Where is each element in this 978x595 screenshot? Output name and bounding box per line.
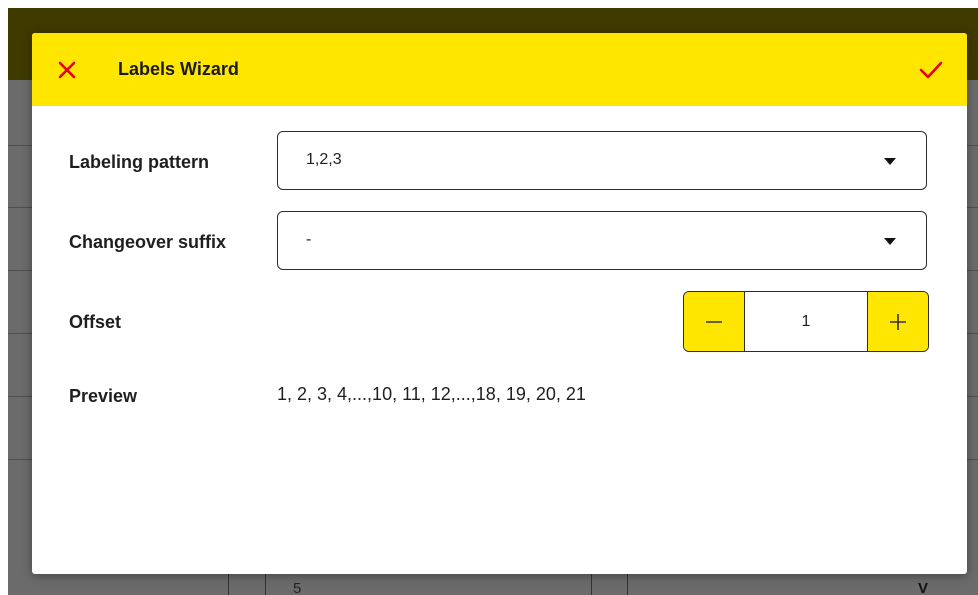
background-row-letter: V bbox=[918, 580, 929, 595]
offset-stepper: 1 bbox=[683, 291, 929, 352]
labeling-pattern-select[interactable]: 1,2,3 bbox=[277, 131, 927, 190]
preview-value: 1, 2, 3, 4,...,10, 11, 12,...,18, 19, 20… bbox=[277, 384, 586, 404]
changeover-suffix-label: Changeover suffix bbox=[69, 232, 227, 252]
preview-label: Preview bbox=[69, 386, 138, 406]
background-row-value: 5 bbox=[293, 580, 302, 595]
offset-label: Offset bbox=[69, 312, 122, 332]
caret-down-icon bbox=[884, 238, 896, 245]
decrement-button[interactable] bbox=[684, 292, 745, 351]
minus-icon bbox=[706, 320, 722, 323]
check-icon bbox=[919, 61, 943, 79]
increment-button[interactable] bbox=[867, 292, 928, 351]
close-icon bbox=[58, 61, 76, 79]
close-button[interactable] bbox=[54, 57, 80, 83]
labeling-pattern-value: 1,2,3 bbox=[306, 151, 342, 168]
changeover-suffix-select[interactable]: - bbox=[277, 211, 927, 270]
labeling-pattern-label: Labeling pattern bbox=[69, 152, 210, 172]
labels-wizard-dialog: Labels Wizard Labeling pattern 1,2,3 Cha… bbox=[32, 33, 967, 574]
plus-icon bbox=[890, 313, 906, 330]
offset-value[interactable]: 1 bbox=[745, 292, 867, 351]
confirm-button[interactable] bbox=[917, 56, 945, 84]
dialog-title: Labels Wizard bbox=[118, 59, 239, 79]
dialog-header: Labels Wizard bbox=[32, 33, 967, 106]
caret-down-icon bbox=[884, 158, 896, 165]
changeover-suffix-value: - bbox=[306, 231, 312, 248]
